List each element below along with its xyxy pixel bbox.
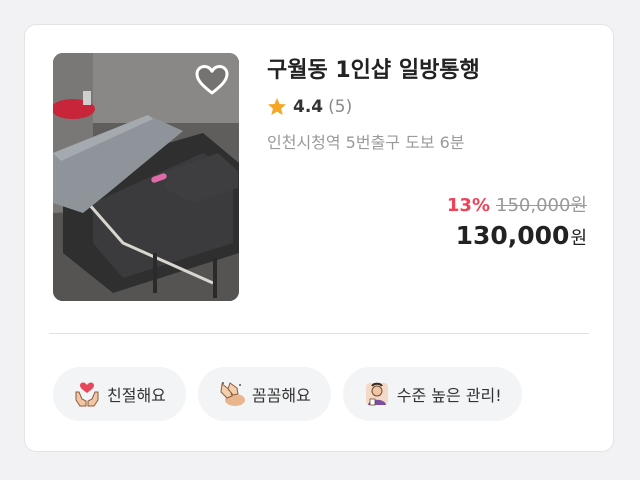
tag-high-quality[interactable]: 수준 높은 관리! [342,367,522,421]
rating-row: 4.4 (5) [267,95,589,119]
review-count[interactable]: (5) [328,97,352,117]
listing-title[interactable]: 구월동 1인샵 일방통행 [267,55,589,87]
therapist-badge-icon [365,382,388,406]
sale-price: 130,000원 [447,221,587,250]
tag-label: 친절해요 [107,386,166,405]
tag-label: 수준 높은 관리! [396,386,502,405]
sale-price-value: 130,000 [455,221,570,250]
discount-rate: 13% [446,195,490,216]
price-top-row: 13% 150,000원 [447,193,587,219]
star-icon [268,98,286,115]
listing-info: 구월동 1인샵 일방통행 4.4 (5) 인천시청역 5번출구 도보 6분 [267,55,589,153]
rating-value: 4.4 [293,97,324,117]
caring-hands-heart-icon [75,382,99,407]
sale-price-unit: 원 [570,228,587,249]
tag-thorough[interactable]: 꼼꼼해요 [197,367,331,421]
review-tag-list: 친절해요 꼼꼼해요 수준 높은 관리! [53,367,522,421]
tag-kind[interactable]: 친절해요 [53,367,186,421]
listing-card[interactable]: 구월동 1인샵 일방통행 4.4 (5) 인천시청역 5번출구 도보 6분 13… [24,24,614,452]
tag-label: 꼼꼼해요 [251,386,311,405]
heart-outline-icon[interactable] [194,62,230,98]
divider [49,333,589,334]
price-block: 13% 150,000원 130,000원 [447,193,587,250]
massage-hands-icon [220,382,245,406]
original-price: 150,000원 [496,195,587,216]
location-text: 인천시청역 5번출구 도보 6분 [267,133,465,152]
